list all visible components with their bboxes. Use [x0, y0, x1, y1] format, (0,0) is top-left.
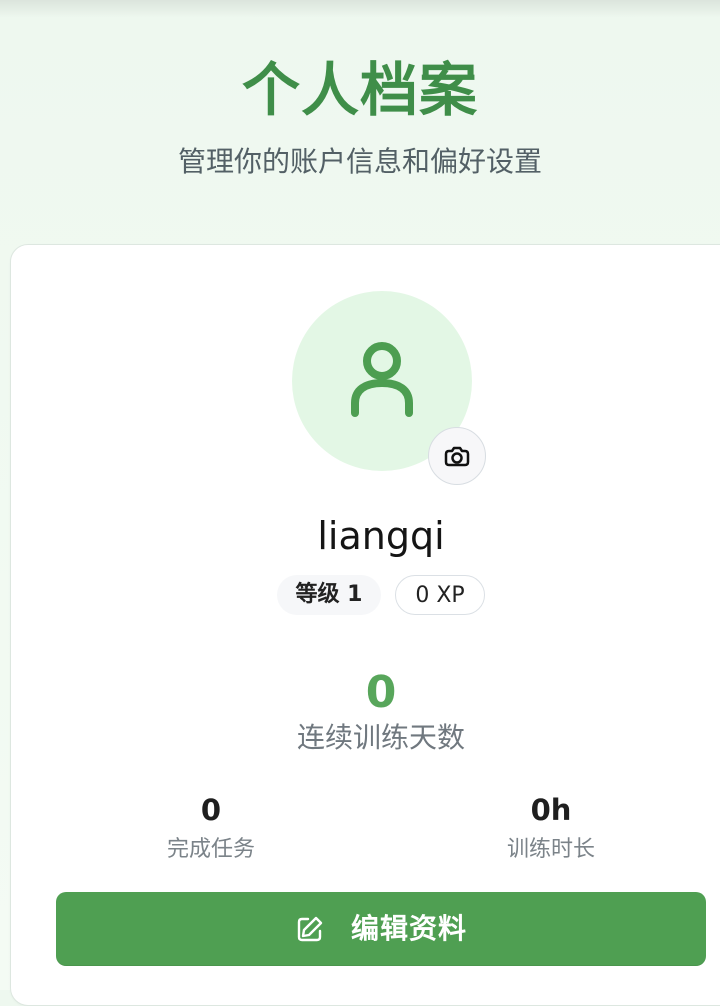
avatar-area [292, 291, 486, 485]
level-badge: 等级 1 [277, 575, 381, 615]
xp-badge: 0 XP [395, 575, 485, 615]
page-subtitle: 管理你的账户信息和偏好设置 [177, 145, 542, 178]
training-duration-label: 训练时长 [506, 837, 595, 862]
username: liangqi [317, 514, 445, 558]
profile-badges: 等级 1 0 XP [277, 575, 497, 617]
camera-icon [444, 446, 470, 467]
streak-value: 0 [365, 667, 397, 718]
profile-card: liangqi 等级 1 0 XP 0 连续训练天数 0 完成任务 0h 训练时… [10, 244, 720, 1006]
edit-profile-label: 编辑资料 [350, 912, 467, 945]
training-duration-value: 0h [530, 793, 572, 827]
profile-header: 个人档案 管理你的账户信息和偏好设置 [0, 0, 720, 240]
completed-tasks-stat: 0 完成任务 [101, 789, 321, 867]
edit-profile-button[interactable]: 编辑资料 [56, 892, 706, 966]
edit-icon [297, 916, 323, 942]
page-title: 个人档案 [241, 56, 478, 124]
streak-label: 连续训练天数 [296, 721, 465, 754]
change-avatar-button[interactable] [428, 427, 486, 485]
profile-stats: 0 完成任务 0h 训练时长 [11, 789, 720, 869]
user-icon [351, 342, 413, 417]
completed-tasks-value: 0 [200, 793, 222, 827]
training-duration-stat: 0h 训练时长 [441, 789, 661, 867]
completed-tasks-label: 完成任务 [166, 837, 255, 862]
